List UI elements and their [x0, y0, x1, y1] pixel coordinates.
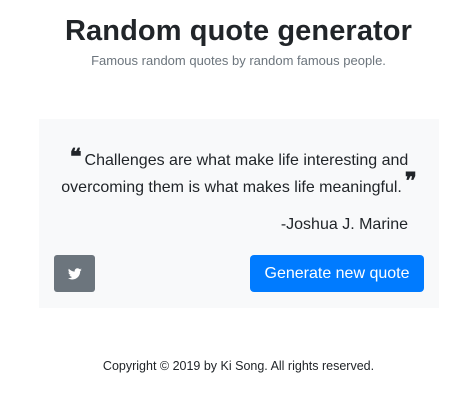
page: Random quote generator Famous random quo…: [0, 0, 471, 420]
quote-author: -Joshua J. Marine: [280, 216, 408, 233]
close-quote-icon: ❞: [404, 168, 417, 194]
page-subtitle: Famous random quotes by random famous pe…: [91, 53, 386, 68]
quote-block: ❝ Challenges are what make life interesti…: [53, 144, 425, 200]
tweet-quote-button[interactable]: [54, 255, 95, 292]
open-quote-icon: ❝: [69, 144, 82, 170]
footer-copyright: Copyright © 2019 by Ki Song. All rights …: [102, 359, 375, 373]
generate-new-quote-button[interactable]: Generate new quote: [250, 255, 424, 292]
quote-text: Challenges are what make life interestin…: [61, 152, 409, 196]
quote-card: ❝ Challenges are what make life interesti…: [39, 119, 439, 308]
twitter-icon: [67, 267, 82, 279]
page-title: Random quote generator: [65, 15, 412, 47]
